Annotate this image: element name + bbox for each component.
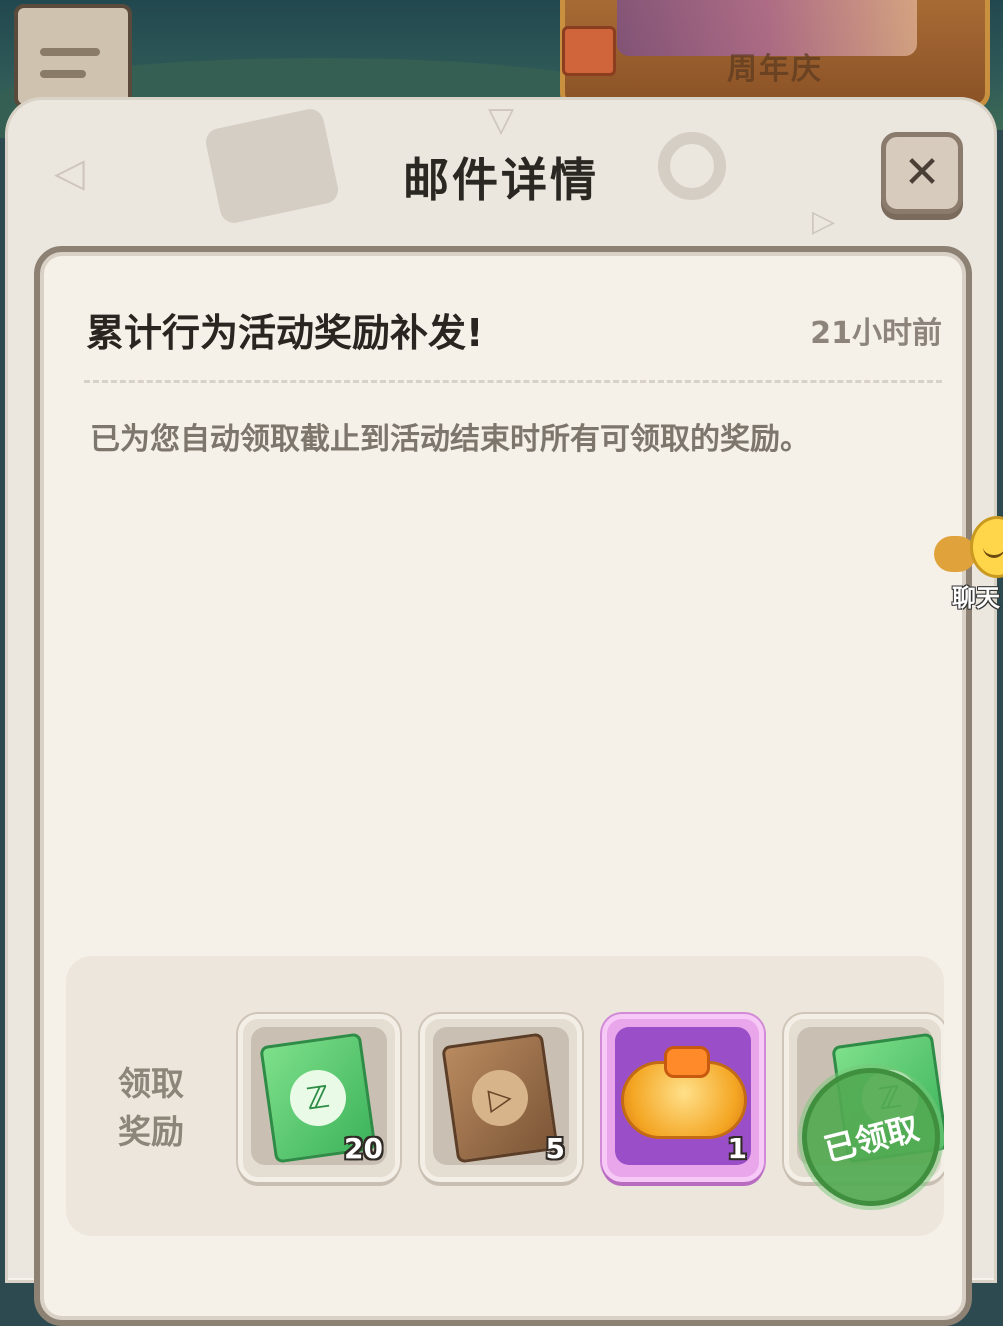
anniversary-event-banner: 周年庆 bbox=[560, 0, 990, 109]
smiley-face-icon bbox=[970, 516, 1003, 578]
dashed-divider bbox=[84, 380, 942, 383]
rewards-label: 领取奖励 bbox=[118, 1064, 184, 1151]
reward-item[interactable]: 1 bbox=[602, 1014, 764, 1182]
mail-subject: 累计行为活动奖励补发! bbox=[86, 311, 484, 355]
quest-scroll-icon bbox=[14, 4, 132, 108]
close-button[interactable]: ✕ bbox=[881, 132, 963, 214]
chat-label: 聊天 bbox=[952, 584, 1000, 612]
banner-label: 周年庆 bbox=[727, 52, 823, 87]
rewards-section: 领取奖励 ℤ 20 ▷ 5 1 已领取 bbox=[66, 956, 944, 1236]
dialog-title: 邮件详情 bbox=[403, 153, 599, 207]
brown-ticket-icon: ▷ bbox=[441, 1032, 559, 1164]
gift-box-icon bbox=[562, 26, 616, 76]
mail-detail-dialog: ◁ ▽ ▷ 邮件详情 ✕ 累计行为活动奖励补发! 21小时前 已为您自动领取截止… bbox=[8, 100, 994, 1326]
reward-count: 5 bbox=[545, 1132, 565, 1165]
reward-count: 20 bbox=[344, 1132, 383, 1165]
close-x-icon: ✕ bbox=[903, 147, 941, 198]
reward-count: 1 bbox=[727, 1132, 747, 1165]
reward-item[interactable]: ▷ 5 bbox=[420, 1014, 582, 1182]
claimed-stamp-text: 已领取 bbox=[820, 1108, 923, 1169]
mail-body-text: 已为您自动领取截止到活动结束时所有可领取的奖励。 bbox=[90, 422, 810, 457]
mail-timestamp: 21小时前 bbox=[810, 316, 942, 351]
reward-item[interactable]: ℤ 20 bbox=[238, 1014, 400, 1182]
chat-button[interactable]: 聊天 bbox=[930, 516, 1003, 612]
gold-bracelet-icon bbox=[621, 1046, 747, 1139]
mail-content-panel: 累计行为活动奖励补发! 21小时前 已为您自动领取截止到活动结束时所有可领取的奖… bbox=[34, 246, 972, 1326]
decor-triangle-icon: ▽ bbox=[488, 100, 515, 140]
